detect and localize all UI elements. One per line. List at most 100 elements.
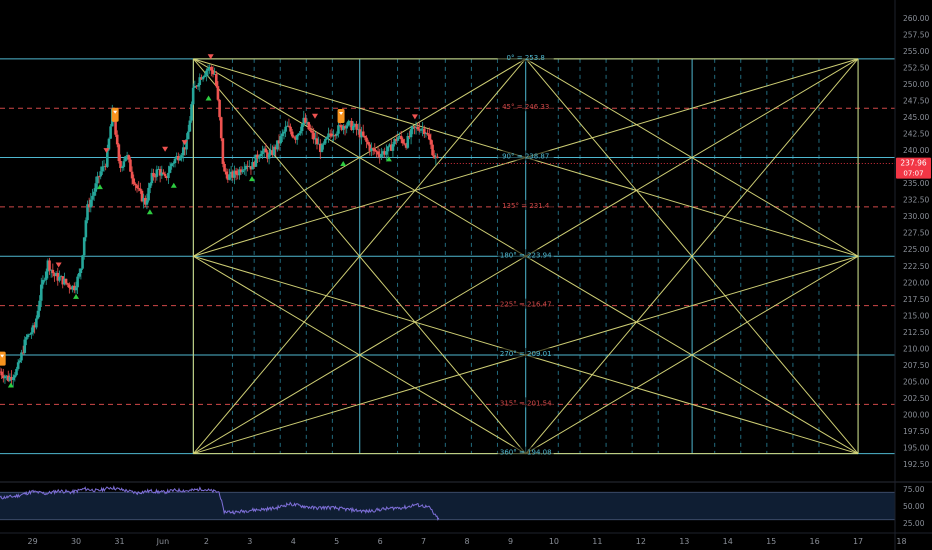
candle-body bbox=[399, 135, 403, 140]
candle-body bbox=[210, 66, 213, 71]
candle-body bbox=[310, 130, 314, 133]
candle-body bbox=[92, 191, 96, 196]
candle-body bbox=[20, 352, 23, 361]
candle-body bbox=[84, 220, 88, 238]
candle-body bbox=[320, 144, 324, 152]
candle-body bbox=[409, 129, 413, 138]
candle-body bbox=[11, 377, 15, 380]
candle-body bbox=[361, 131, 365, 136]
candle-body bbox=[134, 183, 137, 186]
candle-body bbox=[373, 148, 377, 152]
candle-body bbox=[188, 120, 192, 132]
price-tick-label: 197.50 bbox=[903, 427, 929, 436]
gann-level-label: 135° = 231.4 bbox=[502, 202, 550, 210]
candle-body bbox=[127, 155, 131, 160]
candle-body bbox=[300, 124, 304, 132]
candle-body bbox=[352, 125, 355, 131]
candle-body bbox=[214, 73, 218, 87]
price-tick-label: 202.50 bbox=[903, 394, 929, 403]
gann-level-label: 90° = 238.87 bbox=[502, 153, 549, 161]
candle-body bbox=[0, 371, 3, 376]
time-tick-label: 29 bbox=[27, 537, 37, 546]
candle-body bbox=[36, 310, 40, 319]
candle-body bbox=[391, 144, 395, 151]
gann-level-label: 360° = 194.08 bbox=[500, 449, 552, 457]
candle-body bbox=[403, 143, 406, 145]
candle-body bbox=[79, 268, 83, 274]
candle-body bbox=[18, 360, 22, 363]
gann-level-label: 45° = 246.33 bbox=[502, 103, 549, 111]
last-price-countdown: 07:07 bbox=[903, 170, 923, 178]
candle-body bbox=[406, 136, 410, 148]
candle-body bbox=[325, 137, 329, 140]
candle-body bbox=[337, 125, 340, 134]
gann-level-label: 225° = 216.47 bbox=[500, 301, 552, 309]
candle-body bbox=[218, 99, 221, 118]
price-tick-label: 260.00 bbox=[903, 14, 929, 23]
price-tick-label: 205.00 bbox=[903, 377, 929, 386]
candle-body bbox=[81, 255, 84, 269]
candle-body bbox=[25, 337, 28, 340]
price-tick-label: 230.00 bbox=[903, 212, 929, 221]
candle-body bbox=[122, 161, 126, 167]
candle-body bbox=[129, 159, 132, 172]
candle-body bbox=[94, 183, 98, 192]
candle-body bbox=[261, 150, 264, 154]
candle-body bbox=[180, 155, 183, 159]
signal-label-icon bbox=[337, 109, 345, 124]
candle-body bbox=[224, 171, 228, 175]
candle-body bbox=[299, 131, 302, 134]
candle-body bbox=[168, 166, 172, 173]
candle-body bbox=[191, 87, 195, 105]
price-tick-label: 232.50 bbox=[903, 196, 929, 205]
candle-body bbox=[23, 339, 27, 353]
candle-body bbox=[304, 117, 307, 123]
candle-body bbox=[139, 188, 142, 191]
candle-body bbox=[371, 148, 375, 149]
candle-body bbox=[385, 151, 388, 155]
price-tick-label: 217.50 bbox=[903, 295, 929, 304]
price-tick-label: 242.50 bbox=[903, 130, 929, 139]
candle-body bbox=[416, 126, 419, 130]
candle-body bbox=[205, 70, 208, 76]
candle-body bbox=[82, 237, 86, 256]
candle-body bbox=[295, 135, 299, 140]
time-tick-label: 18 bbox=[896, 537, 906, 546]
candle-body bbox=[282, 131, 286, 134]
gann-level-label: 270° = 209.01 bbox=[500, 350, 552, 358]
candle-body bbox=[419, 129, 423, 131]
time-tick-label: 9 bbox=[508, 537, 513, 546]
time-tick-label: 31 bbox=[114, 537, 124, 546]
price-tick-label: 210.00 bbox=[903, 344, 929, 353]
candle-body bbox=[170, 163, 174, 167]
candle-body bbox=[115, 134, 119, 145]
price-tick-label: 207.50 bbox=[903, 361, 929, 370]
candle-body bbox=[436, 156, 439, 158]
candle-body bbox=[99, 171, 103, 177]
candle-body bbox=[259, 153, 263, 157]
price-tick-label: 222.50 bbox=[903, 262, 929, 271]
candle-body bbox=[287, 125, 291, 127]
price-tick-label: 247.50 bbox=[903, 96, 929, 105]
candle-body bbox=[228, 174, 231, 180]
candle-body bbox=[190, 104, 193, 121]
candle-body bbox=[376, 151, 380, 155]
candle-body bbox=[429, 139, 433, 145]
candle-body bbox=[68, 284, 71, 288]
candle-body bbox=[186, 131, 190, 140]
candle-body bbox=[284, 126, 287, 132]
candle-body bbox=[77, 273, 81, 277]
candle-body bbox=[292, 136, 296, 138]
time-tick-label: 5 bbox=[334, 537, 339, 546]
price-tick-label: 225.00 bbox=[903, 245, 929, 254]
candle-body bbox=[323, 139, 327, 144]
time-tick-label: 6 bbox=[378, 537, 383, 546]
gann-chart[interactable]: 0° = 253.8 45° = 246.33 90° = 238.87 135° =… bbox=[0, 0, 932, 550]
time-tick-label: 3 bbox=[247, 537, 252, 546]
candle-body bbox=[89, 199, 93, 208]
candle-body bbox=[74, 287, 78, 291]
candle-body bbox=[96, 176, 99, 184]
price-tick-label: 255.00 bbox=[903, 47, 929, 56]
time-tick-label: 2 bbox=[204, 537, 209, 546]
candle-body bbox=[347, 121, 350, 126]
